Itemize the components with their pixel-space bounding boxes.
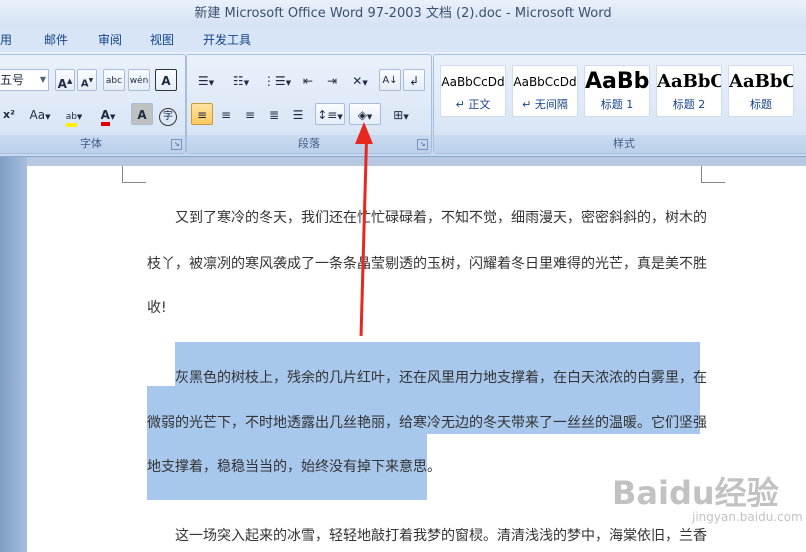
decrease-indent-icon: ⇤ — [302, 74, 314, 88]
selected-line: 灰黑色的树枝上，残余的几片红叶，还在风里用力地支撑着，在白天浓浓的白雾里，在 — [175, 370, 707, 386]
crop-mark — [701, 182, 725, 183]
increase-indent-button[interactable]: ⇥ — [321, 69, 343, 91]
page-top-gap — [27, 157, 806, 166]
paint-bucket-icon: ◈ — [357, 108, 367, 122]
ribbon: 五号 ▼ A▲ A▼ abc wén A x² Aa▼ ab▼ A▼ A 字 字… — [0, 52, 806, 157]
line-spacing-icon: ↕≡ — [317, 108, 338, 122]
crop-mark — [122, 166, 123, 182]
align-center-icon: ≡ — [220, 108, 232, 122]
align-left-button[interactable]: ≡ — [191, 103, 213, 125]
tab-view[interactable]: 视图 — [150, 28, 174, 52]
bullets-button[interactable]: ☰▼ — [191, 69, 221, 91]
paragraph-group-label: 段落 — [187, 135, 431, 153]
left-panel — [0, 157, 27, 552]
chinese-layout-button[interactable]: ✕▼ — [345, 69, 375, 91]
grow-font-button[interactable]: A▲ — [55, 69, 75, 91]
tab-reference[interactable]: 用 — [0, 28, 12, 52]
watermark-url: jingyan.baidu.com — [692, 510, 803, 524]
multilevel-list-button[interactable]: ⋮☰▼ — [261, 69, 293, 91]
text-highlight-button[interactable]: ab▼ — [59, 103, 89, 127]
numbering-button[interactable]: ☷▼ — [225, 69, 257, 91]
tab-developer[interactable]: 开发工具 — [203, 28, 251, 52]
shrink-font-button[interactable]: A▼ — [77, 69, 97, 91]
style-heading-2[interactable]: AaBbC 标题 2 — [656, 65, 722, 117]
align-left-icon: ≡ — [196, 108, 208, 122]
numbered-list-icon: ☷ — [232, 74, 244, 88]
selected-line: 微弱的光芒下，不时地透露出几丝艳丽，给寒冷无边的冬天带来了一丝丝的温暖。它们坚强 — [147, 415, 707, 431]
distributed-icon: ☰ — [292, 108, 304, 122]
char-border-button[interactable]: A — [155, 69, 177, 91]
font-color-button[interactable]: A▼ — [93, 103, 123, 126]
font-size-select[interactable]: 五号 ▼ — [0, 69, 49, 91]
font-group-label: 字体 — [0, 135, 185, 153]
align-right-icon: ≡ — [244, 108, 256, 122]
change-case-button[interactable]: Aa▼ — [25, 103, 55, 125]
line-spacing-button[interactable]: ↕≡▼ — [315, 103, 345, 125]
tab-review[interactable]: 审阅 — [98, 28, 122, 52]
selected-line: 地支撑着，稳稳当当的，始终没有掉下来意思。 — [147, 459, 441, 475]
crop-mark — [122, 182, 146, 183]
style-title[interactable]: AaBbC 标题 — [728, 65, 794, 117]
baidu-watermark: Baidu经验 jingyan.baidu.com — [612, 462, 803, 532]
font-group: 五号 ▼ A▲ A▼ abc wén A x² Aa▼ ab▼ A▼ A 字 字… — [0, 54, 186, 154]
paragraph-line: 枝丫，被凛冽的寒风袭成了一条条晶莹剔透的玉树，闪耀着冬日里难得的光芒，真是美不胜 — [147, 256, 707, 272]
annotation-arrow-head — [355, 122, 373, 144]
sort-button[interactable]: A↓ — [379, 69, 401, 91]
phonetic-guide-button[interactable]: wén — [128, 69, 150, 91]
align-center-button[interactable]: ≡ — [215, 103, 237, 125]
distributed-button[interactable]: ☰ — [287, 103, 309, 125]
show-marks-button[interactable]: ↲ — [403, 69, 425, 91]
style-normal[interactable]: AaBbCcDd ↵ 正文 — [440, 65, 506, 117]
styles-group: AaBbCcDd ↵ 正文 AaBbCcDd ↵ 无间隔 AaBb 标题 1 A… — [433, 54, 806, 154]
font-color-icon: A — [100, 108, 110, 126]
font-size-value: 五号 — [0, 73, 25, 87]
char-shading-button[interactable]: A — [131, 103, 153, 125]
decrease-indent-button[interactable]: ⇤ — [297, 69, 319, 91]
ribbon-tab-row: 用 邮件 审阅 视图 开发工具 — [0, 28, 806, 52]
borders-button[interactable]: ⊞▼ — [385, 103, 417, 125]
increase-indent-icon: ⇥ — [326, 74, 338, 88]
highlighter-icon: ab — [65, 111, 77, 127]
style-heading-1[interactable]: AaBb 标题 1 — [584, 65, 650, 117]
enclose-chars-button[interactable]: 字 — [157, 103, 179, 126]
superscript-button[interactable]: x² — [0, 103, 21, 125]
paragraph-mark-icon: ↲ — [408, 74, 420, 88]
align-right-button[interactable]: ≡ — [239, 103, 261, 125]
styles-group-label: 样式 — [434, 135, 806, 153]
paragraph-line: 收! — [147, 300, 167, 316]
tab-mailings[interactable]: 邮件 — [44, 28, 68, 52]
crop-mark — [701, 166, 702, 182]
window-title: 新建 Microsoft Office Word 97-2003 文档 (2).… — [0, 0, 806, 28]
justify-icon: ≣ — [268, 108, 280, 122]
clear-format-button[interactable]: abc — [103, 69, 125, 91]
paragraph-dialog-launcher-icon[interactable]: ↘ — [417, 139, 428, 150]
paragraph-line: 又到了寒冷的冬天，我们还在忙忙碌碌着，不知不觉，细雨漫天，密密斜斜的，树木的 — [175, 210, 707, 226]
justify-button[interactable]: ≣ — [263, 103, 285, 125]
chevron-down-icon[interactable]: ▼ — [40, 70, 46, 90]
multilevel-list-icon: ⋮☰ — [262, 74, 286, 88]
paragraph-group: ☰▼ ☷▼ ⋮☰▼ ⇤ ⇥ ✕▼ A↓ ↲ ≡ ≡ ≡ ≣ ☰ ↕≡▼ ◈▼ ⊞… — [186, 54, 432, 154]
border-grid-icon: ⊞ — [393, 108, 404, 122]
font-dialog-launcher-icon[interactable]: ↘ — [171, 139, 182, 150]
chinese-layout-icon: ✕ — [352, 74, 363, 88]
bullet-list-icon: ☰ — [197, 74, 209, 88]
baidu-logo: Baidu经验 — [612, 474, 779, 512]
style-no-spacing[interactable]: AaBbCcDd ↵ 无间隔 — [512, 65, 578, 117]
sort-icon: A↓ — [382, 75, 398, 86]
